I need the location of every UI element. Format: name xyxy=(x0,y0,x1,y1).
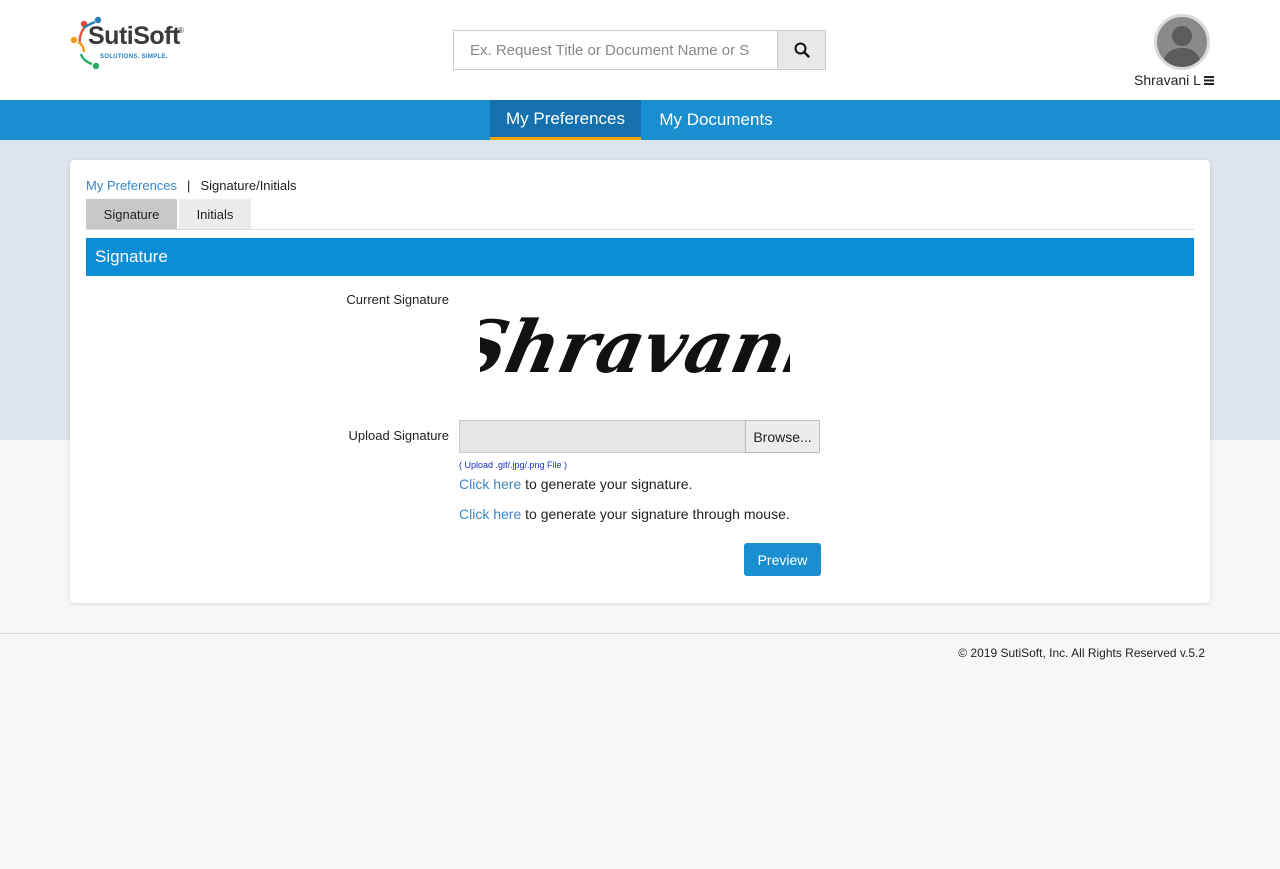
logo-tagline: SOLUTIONS. SIMPLE. xyxy=(100,54,168,60)
current-signature-image: Shravani xyxy=(480,306,790,388)
logo-brand-text: SutiSoft xyxy=(88,22,180,50)
user-menu[interactable]: Shravani L xyxy=(1130,14,1214,94)
upload-signature-label: Upload Signature xyxy=(348,428,449,443)
avatar[interactable] xyxy=(1154,14,1210,70)
browse-button[interactable]: Browse... xyxy=(745,420,820,453)
preferences-card: My Preferences | Signature/Initials Sign… xyxy=(70,160,1210,603)
mouse-signature-line: Click here to generate your signature th… xyxy=(459,506,790,522)
mouse-signature-link[interactable]: Click here xyxy=(459,506,521,522)
nav-tab-my-documents[interactable]: My Documents xyxy=(641,100,791,140)
logo-registered-mark: ® xyxy=(178,26,184,35)
search-icon xyxy=(794,42,810,58)
current-signature-label: Current Signature xyxy=(346,292,449,307)
user-silhouette-icon xyxy=(1163,26,1201,67)
signature-text: Shravani xyxy=(480,306,790,388)
preview-button[interactable]: Preview xyxy=(744,543,821,576)
generate-signature-line: Click here to generate your signature. xyxy=(459,476,692,492)
nav-tab-my-preferences[interactable]: My Preferences xyxy=(490,100,641,140)
generate-signature-link[interactable]: Click here xyxy=(459,476,521,492)
signature-tabs: Signature Initials xyxy=(86,199,1194,230)
upload-file-field[interactable] xyxy=(459,420,746,453)
footer-divider xyxy=(0,633,1280,634)
tab-initials[interactable]: Initials xyxy=(179,199,251,229)
breadcrumb-link-my-preferences[interactable]: My Preferences xyxy=(86,178,177,193)
breadcrumb-current: Signature/Initials xyxy=(200,178,297,193)
footer-copyright: © 2019 SutiSoft, Inc. All Rights Reserve… xyxy=(958,646,1205,660)
section-title: Signature xyxy=(95,247,168,266)
search-button[interactable] xyxy=(777,30,826,70)
section-title-bar: Signature xyxy=(86,238,1194,276)
search-bar xyxy=(453,30,826,70)
header: SutiSoft ® SOLUTIONS. SIMPLE. Shravani L xyxy=(0,0,1280,100)
user-name[interactable]: Shravani L xyxy=(1134,72,1214,88)
mouse-signature-text: to generate your signature through mouse… xyxy=(521,506,790,522)
hamburger-icon[interactable] xyxy=(1203,75,1214,85)
sutisoft-logo[interactable]: SutiSoft ® SOLUTIONS. SIMPLE. xyxy=(70,14,190,72)
generate-signature-text: to generate your signature. xyxy=(521,476,693,492)
tab-signature[interactable]: Signature xyxy=(86,199,177,229)
main-nav: My Preferences My Documents xyxy=(0,100,1280,140)
upload-hint: ( Upload .gif/.jpg/.png File ) xyxy=(459,460,568,470)
search-input[interactable] xyxy=(453,30,777,70)
breadcrumb: My Preferences | Signature/Initials xyxy=(86,178,297,193)
user-name-text: Shravani L xyxy=(1134,72,1201,88)
breadcrumb-separator: | xyxy=(187,178,191,193)
